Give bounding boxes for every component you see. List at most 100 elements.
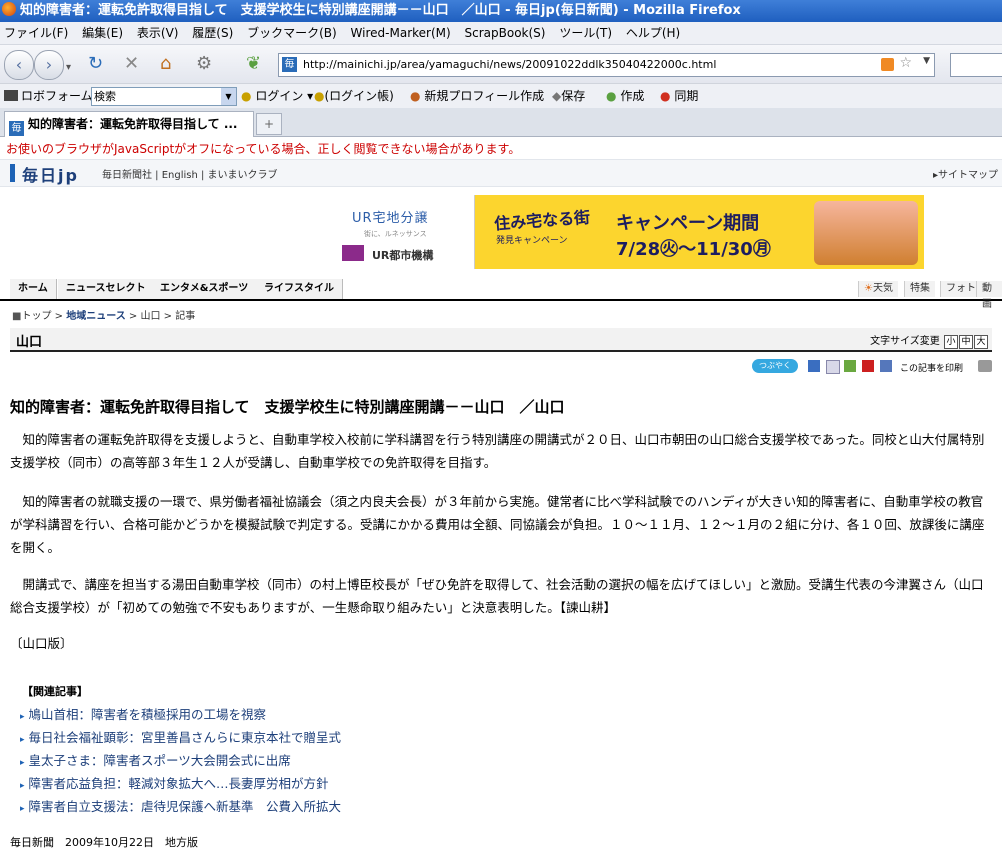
font-size-large-button[interactable]: 大 bbox=[974, 335, 988, 349]
home-icon[interactable]: ⌂ bbox=[160, 54, 171, 74]
bullet-icon: ▸ bbox=[20, 781, 25, 791]
bullet-icon: ▸ bbox=[20, 804, 25, 814]
related-article[interactable]: ▸ 障害者自立支援法：虐待児保護へ新基準 公費入所拡大 bbox=[20, 795, 341, 818]
tab-article[interactable]: 毎知的障害者：運転免許取得目指して ... bbox=[4, 111, 254, 137]
bullet-icon: ▸ bbox=[20, 758, 25, 768]
history-dropdown-icon[interactable]: ▾ bbox=[66, 58, 71, 78]
share-icon-3[interactable] bbox=[844, 360, 856, 372]
font-size-label: 文字サイズ変更 bbox=[870, 336, 940, 347]
share-icon-2[interactable] bbox=[826, 360, 840, 374]
menu-view[interactable]: 表示(V) bbox=[137, 26, 179, 40]
banner-period-label: キャンペーン期間 bbox=[616, 213, 760, 234]
related-article[interactable]: ▸ 障害者応益負担：軽減対象拡大へ…長妻厚労相が方針 bbox=[20, 772, 341, 795]
select-arrow-icon[interactable]: ▼ bbox=[221, 88, 236, 105]
menu-edit[interactable]: 編集(E) bbox=[82, 26, 123, 40]
related-articles-list: ▸ 鳩山首相：障害者を積極採用の工場を視察 ▸ 毎日社会福祉顕彰：宮里善昌さんらに東… bbox=[20, 703, 341, 818]
bookmark-share-icon[interactable] bbox=[808, 360, 820, 372]
menu-wired-marker[interactable]: Wired-Marker(M) bbox=[351, 26, 451, 40]
menu-file[interactable]: ファイル(F) bbox=[4, 26, 68, 40]
menu-tools[interactable]: ツール(T) bbox=[559, 26, 612, 40]
print-link[interactable]: この記事を印刷 bbox=[900, 361, 963, 374]
url-text[interactable]: http://mainichi.jp/area/yamaguchi/news/2… bbox=[303, 54, 716, 76]
login-button[interactable]: ● ログイン ▾ bbox=[241, 84, 313, 108]
banner-left-org: UR都市機構 bbox=[372, 249, 434, 262]
article-footer: 毎日新聞 2009年10月22日 地方版 bbox=[10, 836, 198, 849]
top-links[interactable]: 毎日新聞社 | English | まいまいクラブ bbox=[102, 166, 278, 181]
menu-scrapbook[interactable]: ScrapBook(S) bbox=[465, 26, 546, 40]
print-icon[interactable] bbox=[978, 360, 992, 372]
site-header: 毎日jp 毎日新聞社 | English | まいまいクラブ ▸サイトマップ bbox=[0, 159, 1002, 187]
share-icon-4[interactable] bbox=[862, 360, 874, 372]
sync-button[interactable]: ● 同期 bbox=[660, 84, 698, 108]
banner-left-sub: 街に、ルネッサンス bbox=[364, 230, 427, 238]
related-articles-heading: 【関連記事】 bbox=[22, 685, 88, 698]
global-nav: ホーム ニュースセレクト エンタメ&スポーツ ライフスタイル ☀天気 特集 フォ… bbox=[0, 279, 1002, 310]
create-icon: ● bbox=[606, 89, 617, 103]
font-size-medium-button[interactable]: 中 bbox=[959, 335, 973, 349]
search-select[interactable]: 検索 ▼ bbox=[91, 87, 237, 106]
breadcrumb: ■トップ > 地域ニュース > 山口 > 記事 bbox=[12, 311, 196, 322]
sync-icon: ● bbox=[660, 89, 671, 103]
sitemap-link[interactable]: ▸サイトマップ bbox=[933, 166, 998, 181]
back-icon[interactable]: ‹ bbox=[4, 50, 34, 80]
bullet-icon: ▸ bbox=[20, 712, 25, 722]
related-article[interactable]: ▸ 皇太子さま：障害者スポーツ大会開会式に出席 bbox=[20, 749, 341, 772]
sitemap-label: サイトマップ bbox=[938, 170, 998, 181]
banner-left-panel: UR宅地分譲 街に、ルネッサンス UR都市機構 bbox=[334, 195, 475, 269]
search-select-value: 検索 bbox=[94, 90, 116, 103]
tab-label: 知的障害者：運転免許取得目指して ... bbox=[28, 117, 238, 131]
bookmark-tool-icon[interactable]: ⚙ bbox=[196, 54, 212, 74]
rss-icon[interactable] bbox=[881, 58, 894, 71]
breadcrumb-region[interactable]: 山口 bbox=[140, 311, 160, 322]
font-size-small-button[interactable]: 小 bbox=[944, 335, 958, 349]
url-dropdown-icon[interactable]: ▼ bbox=[923, 56, 930, 66]
edit-icon[interactable] bbox=[880, 360, 892, 372]
menu-history[interactable]: 履歴(S) bbox=[192, 26, 233, 40]
banner-campaign-sub: 発見キャンペーン bbox=[496, 236, 568, 246]
roboform-icon bbox=[4, 90, 18, 101]
create-button[interactable]: ● 作成 bbox=[606, 84, 644, 108]
nav-lifestyle[interactable]: ライフスタイル bbox=[256, 279, 343, 299]
nav-news-select[interactable]: ニュースセレクト bbox=[58, 279, 155, 299]
save-button[interactable]: ◆保存 bbox=[552, 84, 585, 108]
nav-home[interactable]: ホーム bbox=[10, 279, 57, 299]
twitter-button[interactable]: つぶやく bbox=[752, 359, 798, 373]
forward-icon[interactable]: › bbox=[34, 50, 64, 80]
bookmark-star-icon[interactable]: ☆ bbox=[899, 55, 912, 71]
related-article[interactable]: ▸ 鳩山首相：障害者を積極採用の工場を視察 bbox=[20, 703, 341, 726]
nav-video[interactable]: 動画 bbox=[976, 281, 1002, 310]
page-content: お使いのブラウザがJavaScriptがオフになっている場合、正しく閲覧できない… bbox=[0, 137, 1002, 855]
site-logo[interactable]: 毎日jp bbox=[22, 162, 79, 186]
breadcrumb-local[interactable]: 地域ニュース bbox=[66, 311, 126, 322]
breadcrumb-top[interactable]: トップ bbox=[21, 311, 51, 322]
menu-bookmarks[interactable]: ブックマーク(B) bbox=[247, 26, 337, 40]
search-box[interactable] bbox=[950, 53, 1002, 77]
font-size-control: 文字サイズ変更 小中大 bbox=[870, 332, 988, 349]
article-headline: 知的障害者：運転免許取得目指して 支援学校生に特別講座開講－－山口 ／山口 bbox=[10, 398, 565, 416]
ad-banner[interactable]: UR宅地分譲 街に、ルネッサンス UR都市機構 住み宅なる街 発見キャンペーン … bbox=[334, 195, 924, 269]
nav-entertainment-sports[interactable]: エンタメ&スポーツ bbox=[152, 279, 258, 299]
reload-icon[interactable]: ↻ bbox=[88, 54, 103, 74]
nav-weather[interactable]: ☀天気 bbox=[858, 281, 898, 297]
roboform-button[interactable]: ロボフォーム ▾ bbox=[4, 84, 102, 108]
nav-photo[interactable]: フォト bbox=[940, 281, 981, 297]
stop-icon[interactable]: ✕ bbox=[124, 54, 139, 74]
article-paragraph-3: 開講式で、講座を担当する湯田自動車学校（同市）の村上博臣校長が「ぜひ免許を取得し… bbox=[10, 577, 984, 615]
login-list-label: (ログイン帳) bbox=[324, 89, 394, 103]
new-tab-icon[interactable]: + bbox=[256, 113, 282, 135]
nav-weather-label: 天気 bbox=[872, 283, 893, 294]
banner-period-dates: 7/28㊋～11/30㊊ bbox=[616, 239, 771, 260]
login-label: ログイン bbox=[255, 89, 304, 103]
tab-favicon: 毎 bbox=[9, 121, 24, 136]
menu-bar: ファイル(F) 編集(E) 表示(V) 履歴(S) ブックマーク(B) Wire… bbox=[0, 22, 1002, 45]
login-list-button[interactable]: ●(ログイン帳) bbox=[314, 84, 394, 108]
leaf-icon[interactable]: ❦ bbox=[246, 54, 261, 74]
save-icon: ◆ bbox=[552, 89, 562, 103]
url-bar[interactable]: 毎 http://mainichi.jp/area/yamaguchi/news… bbox=[278, 53, 935, 77]
roboform-label: ロボフォーム bbox=[21, 89, 93, 103]
new-profile-button[interactable]: ● 新規プロフィール作成 bbox=[410, 84, 544, 108]
related-article[interactable]: ▸ 毎日社会福祉顕彰：宮里善昌さんらに東京本社で贈呈式 bbox=[20, 726, 341, 749]
menu-help[interactable]: ヘルプ(H) bbox=[626, 26, 680, 40]
nav-feature[interactable]: 特集 bbox=[904, 281, 935, 297]
site-favicon: 毎 bbox=[282, 57, 297, 72]
